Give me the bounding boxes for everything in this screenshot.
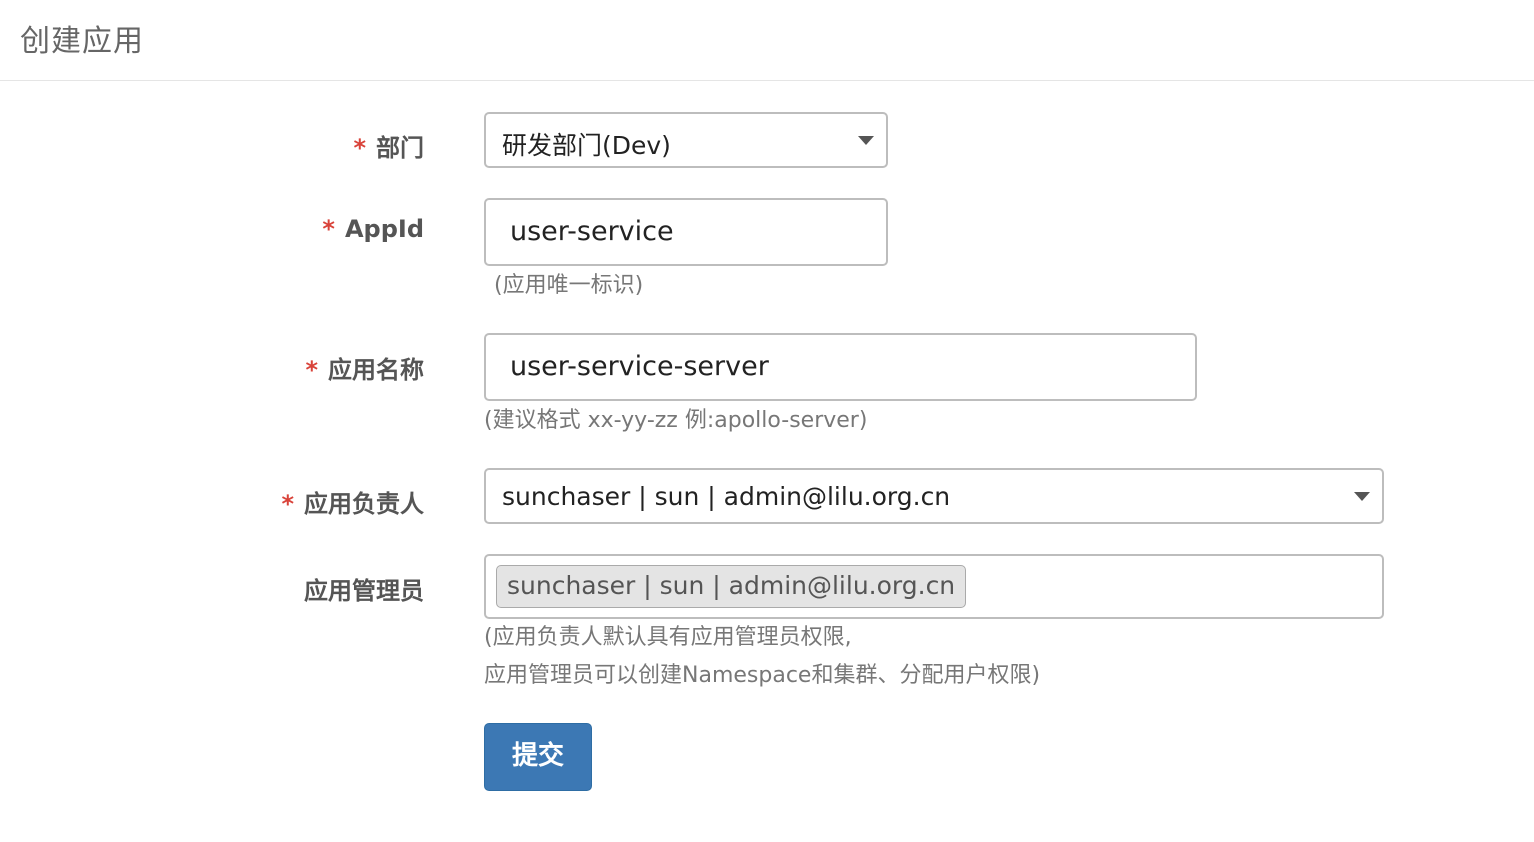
required-mark: * [353, 134, 366, 162]
appid-input-value: user-service [510, 216, 674, 247]
chevron-down-icon [1354, 492, 1370, 501]
department-label: * 部门 [353, 134, 424, 162]
app-name-input-value: user-service-server [510, 351, 769, 382]
owner-label: * 应用负责人 [281, 490, 424, 518]
owner-select[interactable]: sunchaser | sun | admin@lilu.org.cn [484, 468, 1384, 524]
appid-input[interactable]: user-service [484, 198, 888, 266]
app-name-help: (建议格式 xx-yy-zz 例:apollo-server) [484, 408, 868, 433]
admins-help-line1: (应用负责人默认具有应用管理员权限, [484, 625, 852, 650]
admins-help-line2: 应用管理员可以创建Namespace和集群、分配用户权限) [484, 663, 1041, 688]
app-name-input[interactable]: user-service-server [484, 333, 1197, 401]
owner-select-value: sunchaser | sun | admin@lilu.org.cn [502, 482, 951, 511]
required-mark: * [281, 490, 294, 518]
page-title: 创建应用 [20, 24, 144, 59]
department-select[interactable]: 研发部门(Dev) [484, 112, 888, 168]
app-name-label: * 应用名称 [305, 356, 424, 384]
appid-label: * AppId [322, 215, 424, 243]
admin-tag[interactable]: sunchaser | sun | admin@lilu.org.cn [496, 565, 967, 608]
required-mark: * [322, 215, 335, 243]
chevron-down-icon [858, 136, 874, 145]
page-header: 创建应用 [0, 0, 1534, 81]
required-mark: * [305, 356, 318, 384]
department-select-value: 研发部门(Dev) [502, 131, 671, 160]
admins-label: 应用管理员 [304, 577, 424, 605]
submit-button[interactable]: 提交 [484, 723, 592, 791]
admins-multiselect[interactable]: sunchaser | sun | admin@lilu.org.cn [484, 554, 1384, 619]
appid-help: (应用唯一标识) [494, 273, 644, 298]
